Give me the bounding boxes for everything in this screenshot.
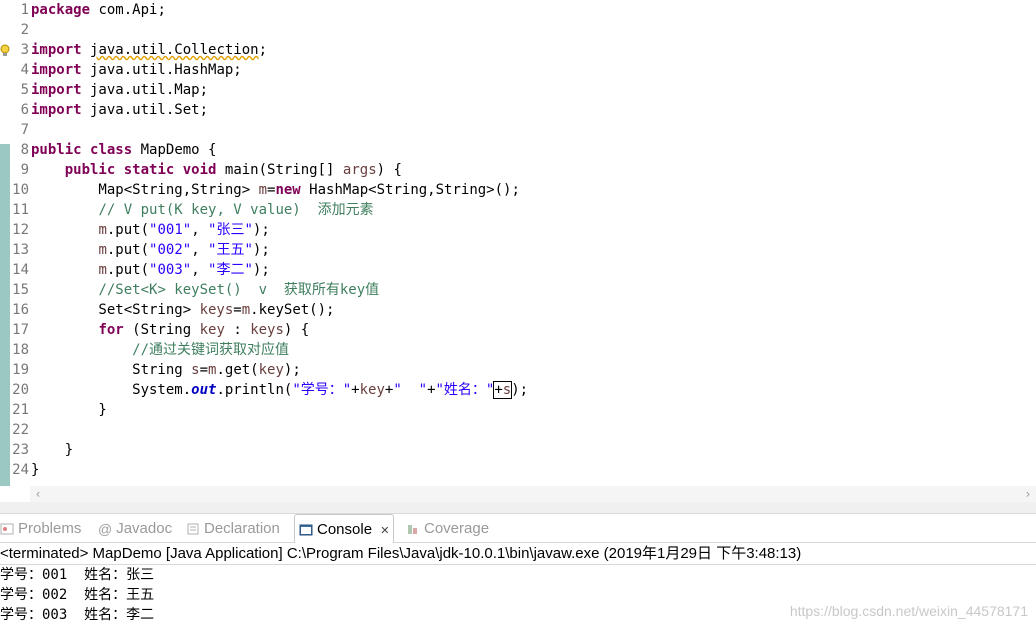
panel-splitter[interactable] (0, 502, 1036, 514)
code-line: m.put("001", "张三"); (98, 222, 270, 238)
tab-javadoc[interactable]: @ Javadoc (98, 514, 172, 543)
code-line: //Set<K> keySet() v 获取所有key值 (98, 282, 380, 298)
code-line: for (String key : keys) { (98, 322, 310, 338)
line-number: 18 (12, 342, 29, 358)
line-number: 19 (12, 362, 29, 378)
code-line: package com.Api; (31, 2, 166, 18)
line-number: 12 (12, 222, 29, 238)
coverage-icon (408, 525, 417, 535)
javadoc-at-icon: @ (98, 520, 113, 537)
line-number: 10 (12, 182, 29, 198)
unused-import-warning: java.util.Collection (90, 42, 259, 58)
line-number: 9 (20, 162, 29, 178)
code-line: import java.util.Set; (31, 102, 209, 118)
code-line: } (31, 442, 74, 458)
line-number: 11 (12, 202, 29, 218)
code-line: // V put(K key, V value) 添加元素 (98, 202, 374, 218)
line-number: 17 (12, 322, 29, 338)
code-line: Map<String,String> m=new HashMap<String,… (31, 182, 520, 198)
code-text-area[interactable]: package com.Api; import java.util.Collec… (31, 0, 1031, 480)
line-number: 3 (20, 42, 29, 58)
code-line: m.put("002", "王五"); (98, 242, 270, 258)
line-number-gutter: 1 2 3 4 5 6 7 8 9 10 11 12 13 14 15 16 1… (10, 0, 30, 480)
code-line: import java.util.HashMap; (31, 62, 242, 78)
line-number: 24 (12, 462, 29, 478)
text-cursor-selection: +s (493, 381, 513, 399)
tab-label: Javadoc (116, 520, 173, 537)
tab-label: Console (317, 521, 373, 538)
bottom-panel-tabs: Problems @ Javadoc Declaration Console ✕ … (0, 514, 1036, 543)
tab-coverage[interactable]: Coverage (406, 514, 489, 543)
line-number: 1 (20, 2, 29, 18)
console-output-line: 学号：001 姓名：张三 (0, 567, 155, 583)
console-status-line: <terminated> MapDemo [Java Application] … (0, 543, 1036, 565)
code-line: } (31, 462, 40, 478)
code-line: System.out.println("学号："+key+" "+"姓名："+s… (31, 381, 529, 399)
tab-label: Problems (18, 520, 82, 537)
close-icon[interactable]: ✕ (380, 525, 389, 537)
code-editor[interactable]: 1 2 3 4 5 6 7 8 9 10 11 12 13 14 15 16 1… (0, 0, 1036, 486)
scroll-left-icon[interactable]: ‹ (30, 486, 46, 502)
line-number: 8 (20, 142, 29, 158)
tab-label: Declaration (204, 520, 280, 537)
quick-diff-ruler (0, 0, 10, 486)
code-line: Set<String> keys=m.keySet(); (31, 302, 335, 318)
line-number: 4 (20, 62, 29, 78)
code-line: import java.util.Collection; (31, 42, 268, 58)
line-number: 5 (20, 82, 29, 98)
code-line: //通过关键词获取对应值 (132, 342, 290, 358)
tab-label: Coverage (424, 520, 490, 537)
line-number: 7 (20, 122, 29, 138)
code-line: public static void main(String[] args) { (64, 162, 402, 178)
code-line: public class MapDemo { (31, 142, 217, 158)
problems-icon (0, 523, 14, 535)
horizontal-scrollbar[interactable]: ‹ › (30, 486, 1036, 502)
line-number: 20 (12, 382, 29, 398)
console-icon (299, 524, 313, 536)
line-number: 2 (20, 22, 29, 38)
line-number: 14 (12, 262, 29, 278)
code-line: } (31, 402, 107, 418)
tab-declaration[interactable]: Declaration (186, 514, 280, 543)
line-number: 15 (12, 282, 29, 298)
scroll-right-icon[interactable]: › (1020, 486, 1036, 502)
console-view[interactable]: <terminated> MapDemo [Java Application] … (0, 543, 1036, 632)
line-number: 6 (20, 102, 29, 118)
watermark: https://blog.csdn.net/weixin_44578171 (789, 603, 1028, 619)
change-marker-bar (0, 144, 10, 486)
code-line: m.put("003", "李二"); (98, 262, 270, 278)
line-number: 23 (12, 442, 29, 458)
tab-problems[interactable]: Problems (0, 514, 81, 543)
declaration-icon (187, 523, 199, 535)
tab-console[interactable]: Console ✕ (294, 514, 395, 543)
line-number: 16 (12, 302, 29, 318)
code-line: import java.util.Map; (31, 82, 209, 98)
line-number: 13 (12, 242, 29, 258)
line-number: 22 (12, 422, 29, 438)
console-output-line: 学号：002 姓名：王五 (0, 587, 155, 603)
code-line: String s=m.get(key); (31, 362, 301, 378)
line-number: 21 (12, 402, 29, 418)
